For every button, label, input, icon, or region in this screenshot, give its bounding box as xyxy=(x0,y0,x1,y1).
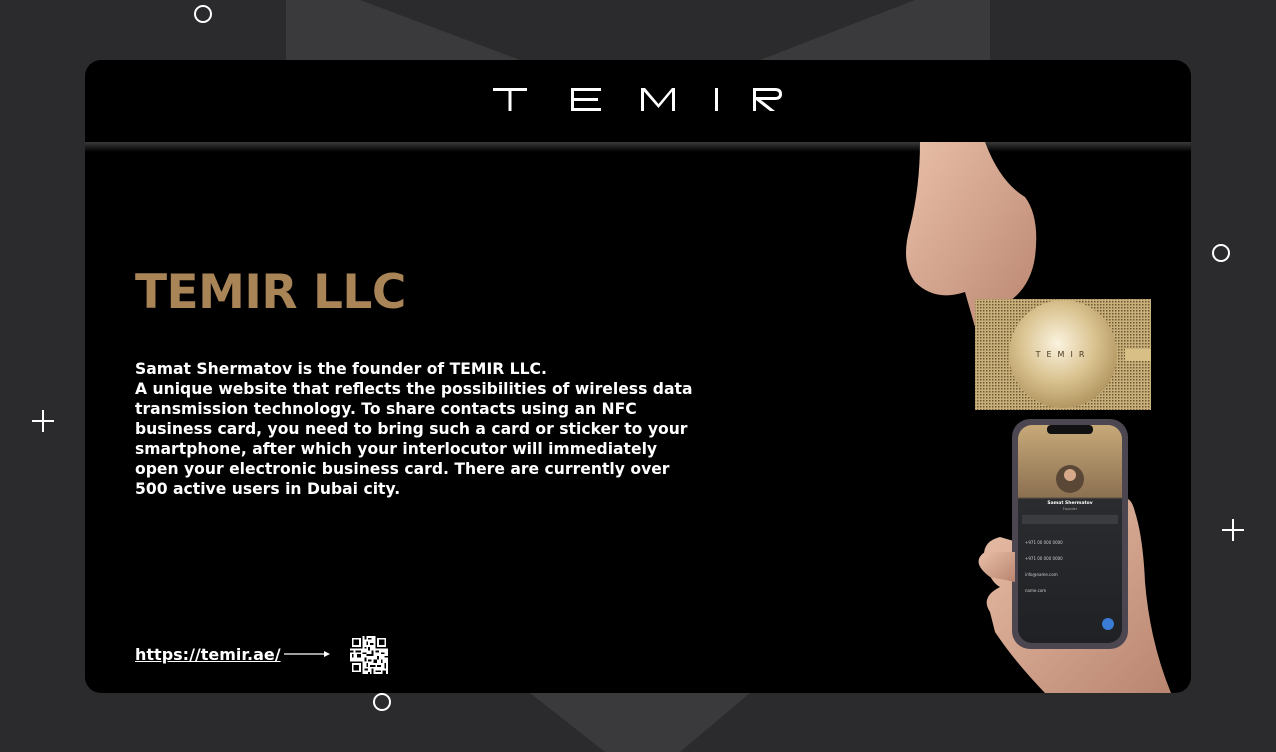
phone-field: info@name.com xyxy=(1025,572,1058,577)
plus-decoration xyxy=(32,410,54,432)
card-logo: TEMIR xyxy=(1035,350,1091,359)
phone-contact-name: Samat Shermatov xyxy=(1047,500,1092,506)
ring-decoration xyxy=(373,693,391,711)
arrow-right-icon xyxy=(284,651,330,657)
header xyxy=(85,60,1191,142)
description-intro: Samat Shermatov is the founder of TEMIR … xyxy=(135,360,547,378)
temir-logo xyxy=(493,88,782,111)
phone-field: +971 00 000 0000 xyxy=(1025,556,1063,561)
plus-decoration xyxy=(1222,519,1244,541)
website-link[interactable]: https://temir.ae/ xyxy=(135,644,281,666)
description: Samat Shermatov is the founder of TEMIR … xyxy=(135,359,695,499)
phone-field: +971 00 000 0000 xyxy=(1025,540,1063,545)
company-title: TEMIR LLC xyxy=(135,265,406,320)
phone-contact-role: Founder xyxy=(1063,507,1078,511)
description-body: A unique website that reflects the possi… xyxy=(135,380,693,498)
ring-decoration xyxy=(1212,244,1230,262)
product-photo: TEMIR Samat Shermatov Founder +971 00 00… xyxy=(906,142,1171,693)
qr-code-icon[interactable] xyxy=(350,636,388,674)
phone-field: name.com xyxy=(1025,588,1046,593)
ring-decoration xyxy=(194,5,212,23)
business-card-panel: TEMIR LLC Samat Shermatov is the founder… xyxy=(85,60,1191,693)
